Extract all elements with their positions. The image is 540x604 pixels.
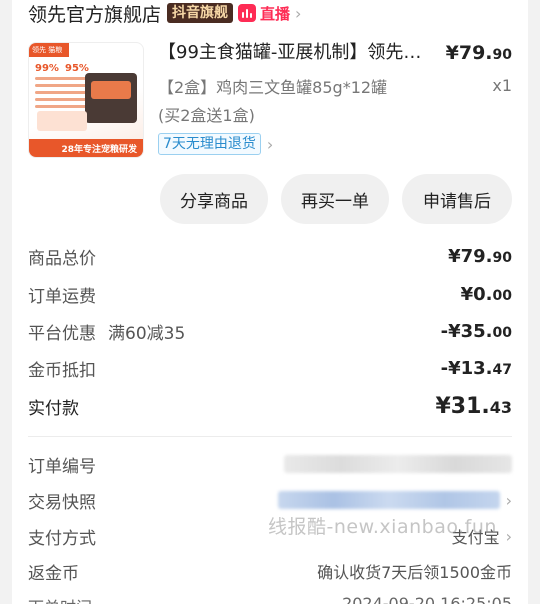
coin-deduct-value: -¥13.47	[441, 358, 512, 379]
thumb-can-image	[85, 73, 137, 123]
thumb-pct-1: 99%	[35, 63, 59, 74]
order-number-value-blurred[interactable]	[284, 455, 512, 473]
coin-deduct-dec: 47	[492, 361, 512, 378]
platform-discount-label-group: 平台优惠 满60减35	[28, 319, 185, 344]
chevron-right-icon[interactable]: ›	[295, 4, 301, 23]
order-time-value: 2024-09-20 16:25:05	[342, 594, 512, 604]
blurred-order-number	[284, 455, 512, 473]
goods-total-int: ¥79.	[448, 245, 493, 267]
live-bars-icon	[238, 4, 257, 22]
thumb-text-lines	[35, 77, 89, 112]
order-time-label: 下单时间	[28, 594, 92, 604]
goods-total-value: ¥79.90	[448, 246, 512, 267]
product-sku: 【2盒】鸡肉三文鱼罐85g*12罐 (买2盒送1盒)	[158, 74, 468, 130]
shop-header[interactable]: 领先官方旗舰店 抖音旗舰 直播 ›	[28, 0, 301, 26]
paid-amount-int: ¥31.	[435, 393, 490, 419]
live-label: 直播	[260, 4, 291, 23]
product-price-dec: 90	[492, 47, 512, 63]
sku-line-2: (买2盒送1盒)	[158, 106, 255, 125]
paid-amount-dec: 43	[489, 397, 512, 417]
product-thumbnail[interactable]: 领先 猫粮 99% 95% 28年专注宠粮研发	[28, 42, 144, 158]
platform-discount-dec: 00	[492, 324, 512, 341]
paid-amount-row: 实付款 ¥31.43	[28, 392, 512, 420]
trade-snapshot-value[interactable]: ›	[277, 490, 512, 510]
product-title[interactable]: 【99主食猫罐-亚展机制】领先猫罐头	[158, 40, 434, 66]
coin-reward-label: 返金币	[28, 563, 79, 584]
shipping-value: ¥0.00	[461, 284, 512, 305]
platform-discount-value: -¥35.00	[441, 321, 512, 342]
paid-amount-value: ¥31.43	[435, 394, 512, 419]
platform-discount-int: -¥35.	[440, 320, 493, 342]
after-sale-button[interactable]: 申请售后	[402, 174, 512, 224]
thumb-pct-2: 95%	[65, 63, 89, 74]
trade-snapshot-label: 交易快照	[28, 492, 96, 513]
trade-snapshot-row[interactable]: 交易快照 ›	[28, 486, 512, 514]
coin-reward-row: 返金币 确认收货7天后领1500金币	[28, 557, 512, 585]
order-detail-card: 领先官方旗舰店 抖音旗舰 直播 › 领先 猫粮 99% 95% 28年专注宠粮研…	[12, 0, 528, 604]
product-price-int: ¥79.	[445, 42, 493, 64]
shipping-int: ¥0.	[460, 283, 493, 305]
live-indicator[interactable]: 直播	[238, 3, 290, 24]
chevron-right-icon: ›	[505, 526, 512, 546]
blurred-snapshot-link	[277, 491, 500, 509]
goods-total-dec: 90	[492, 249, 512, 266]
platform-discount-desc: 满60减35	[108, 323, 186, 344]
return-policy-row[interactable]: 7天无理由退货 ›	[158, 133, 273, 155]
paid-amount-label: 实付款	[28, 398, 79, 419]
shipping-row: 订单运费 ¥0.00	[28, 280, 512, 308]
payment-method-label: 支付方式	[28, 528, 96, 549]
coin-deduct-label: 金币抵扣	[28, 360, 96, 381]
chevron-right-icon: ›	[505, 490, 512, 510]
thumb-slogan-strip: 28年专注宠粮研发	[29, 139, 143, 157]
buy-again-button[interactable]: 再买一单	[281, 174, 389, 224]
platform-discount-label: 平台优惠	[28, 323, 96, 344]
goods-total-row: 商品总价 ¥79.90	[28, 242, 512, 270]
thumb-brand-bar: 领先 猫粮	[29, 43, 69, 57]
chevron-right-icon[interactable]: ›	[267, 135, 273, 154]
order-number-row[interactable]: 订单编号	[28, 450, 512, 478]
goods-total-label: 商品总价	[28, 248, 96, 269]
order-time-row: 下单时间 2024-09-20 16:25:05	[28, 594, 512, 604]
product-quantity: x1	[492, 76, 512, 95]
product-price: ¥79.90	[446, 42, 512, 64]
watermark-text: 线报酷-new.xianbao.fun	[268, 516, 497, 538]
section-divider	[28, 436, 512, 437]
coin-reward-value: 确认收货7天后领1500金币	[317, 563, 512, 582]
sku-line-1: 【2盒】鸡肉三文鱼罐85g*12罐	[158, 78, 388, 97]
order-number-label: 订单编号	[28, 456, 96, 477]
share-product-button[interactable]: 分享商品	[160, 174, 268, 224]
coin-deduct-int: -¥13.	[440, 357, 493, 379]
coin-deduct-row: 金币抵扣 -¥13.47	[28, 354, 512, 382]
shop-name[interactable]: 领先官方旗舰店	[28, 0, 161, 27]
shipping-dec: 00	[492, 287, 512, 304]
return-policy-tag[interactable]: 7天无理由退货	[158, 133, 261, 155]
thumb-box-image	[37, 111, 87, 131]
platform-discount-row: 平台优惠 满60减35 -¥35.00	[28, 317, 512, 345]
shipping-label: 订单运费	[28, 286, 96, 307]
flagship-badge: 抖音旗舰	[167, 3, 234, 23]
